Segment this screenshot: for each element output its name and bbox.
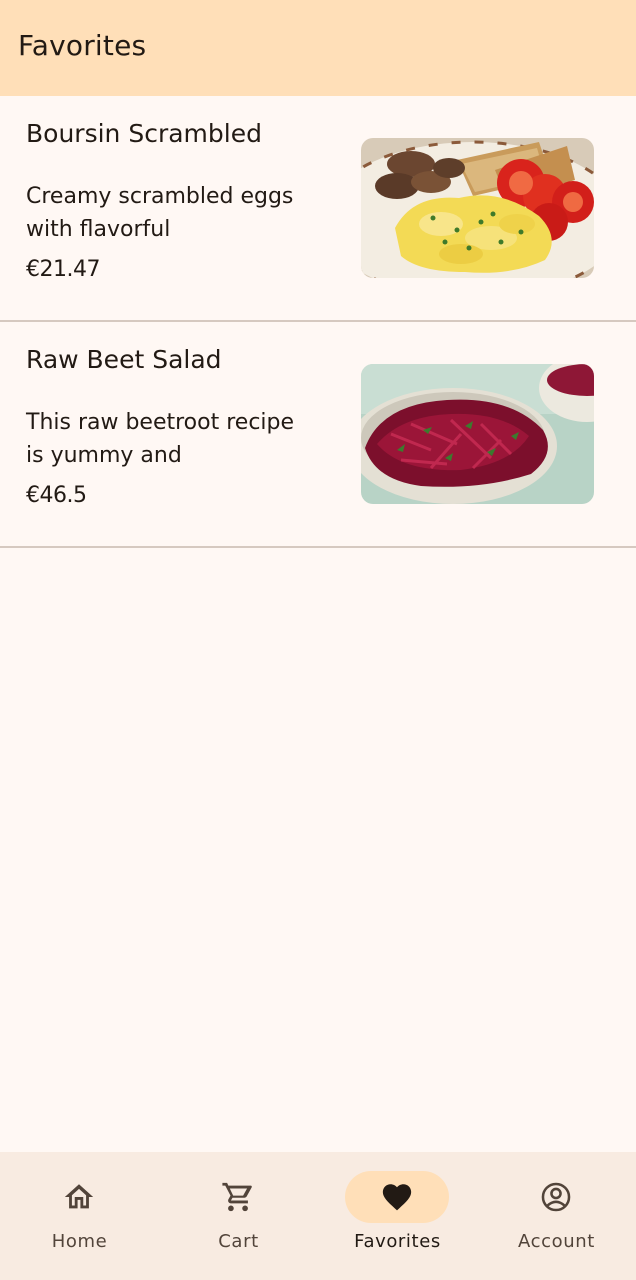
nav-label: Home <box>51 1231 108 1252</box>
item-description: Creamy scrambled eggs with flavorful <box>26 184 294 242</box>
nav-item-favorites[interactable]: Favorites <box>318 1152 477 1280</box>
top-app-bar: Favorites <box>0 0 636 96</box>
item-name: Raw Beet Salad <box>26 345 222 374</box>
nav-item-home[interactable]: Home <box>0 1152 159 1280</box>
bottom-navigation: Home Cart Favorites Account <box>0 1152 636 1280</box>
home-icon <box>62 1180 96 1214</box>
favorites-list: Boursin Scrambled Creamy scrambled eggs … <box>0 96 636 548</box>
item-name: Boursin Scrambled <box>26 119 262 148</box>
item-price: €21.47 <box>26 257 100 282</box>
nav-label: Favorites <box>354 1231 441 1252</box>
favorites-screen: Favorites Boursin Scrambled Creamy scram… <box>0 0 636 1280</box>
account-circle-icon <box>539 1180 573 1214</box>
nav-item-account[interactable]: Account <box>477 1152 636 1280</box>
page-title: Favorites <box>18 29 147 62</box>
heart-icon <box>380 1180 414 1214</box>
cart-icon <box>221 1180 255 1214</box>
favorite-item[interactable]: Raw Beet Salad This raw beetroot recipe … <box>0 322 636 548</box>
nav-label: Cart <box>218 1231 259 1252</box>
favorite-item[interactable]: Boursin Scrambled Creamy scrambled eggs … <box>0 96 636 322</box>
item-price: €46.5 <box>26 483 87 508</box>
scrambled-eggs-photo <box>361 138 594 278</box>
item-description: This raw beetroot recipe is yummy and <box>26 410 295 468</box>
nav-label: Account <box>518 1231 595 1252</box>
nav-item-cart[interactable]: Cart <box>159 1152 318 1280</box>
beet-salad-photo <box>361 364 594 504</box>
